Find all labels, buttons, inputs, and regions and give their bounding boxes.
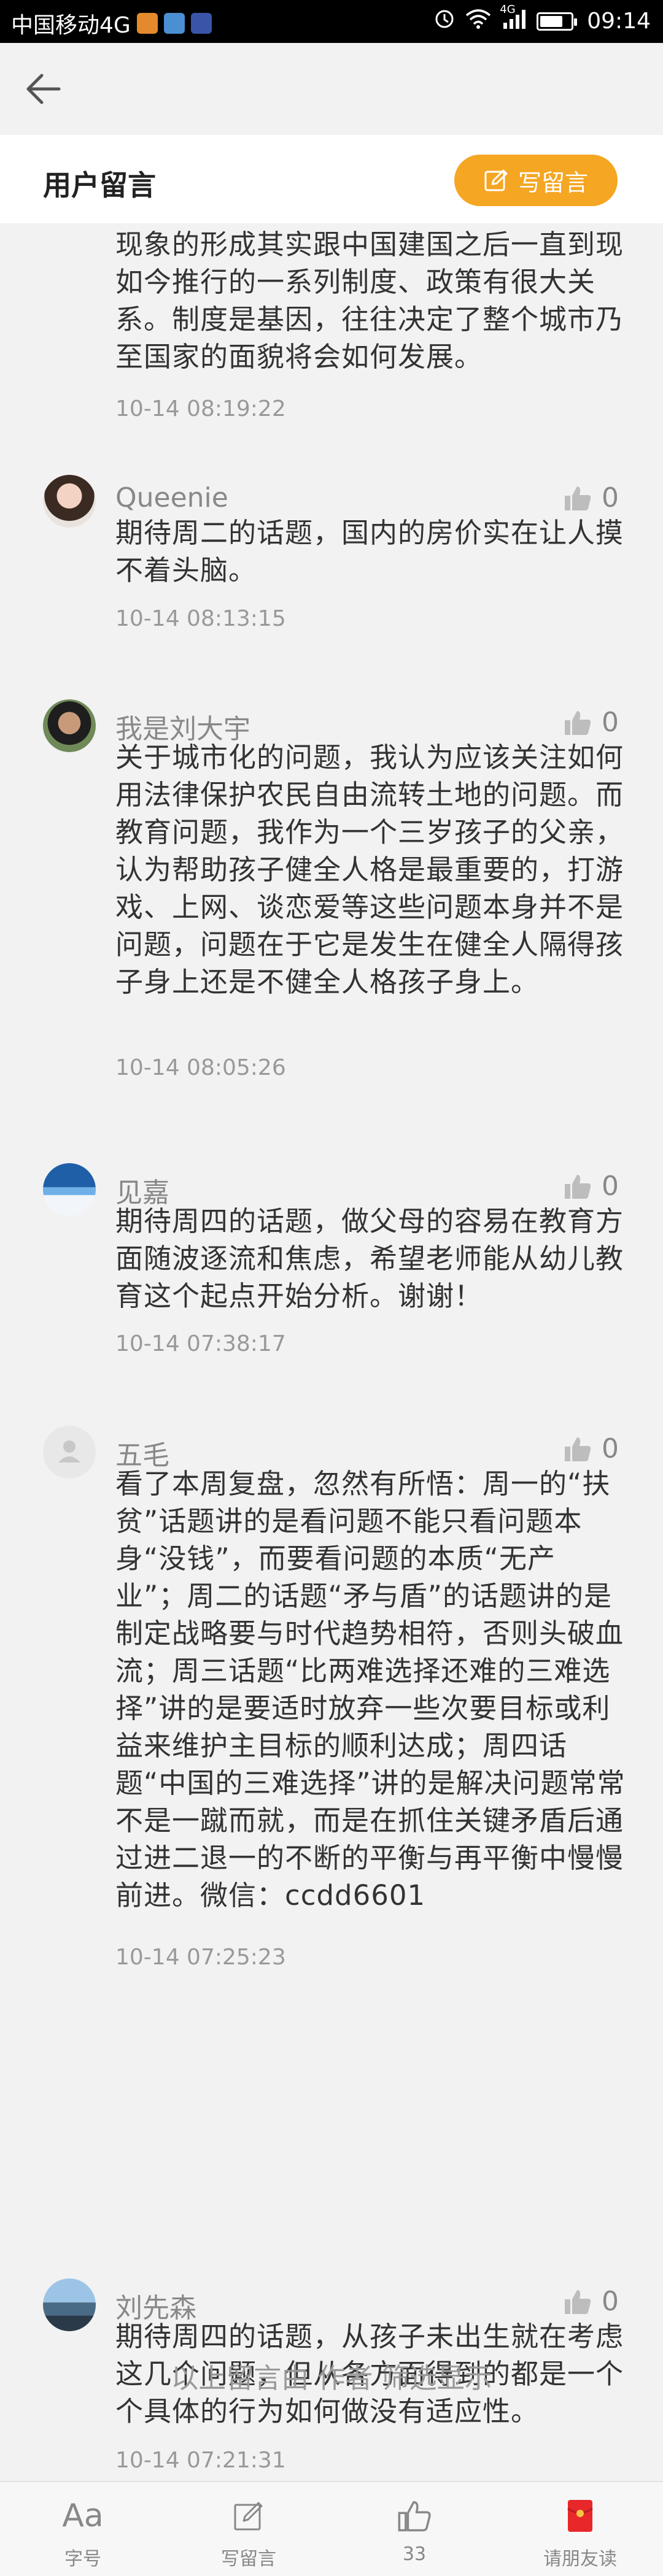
red-envelope-icon bbox=[567, 2500, 593, 2532]
avatar[interactable] bbox=[43, 699, 96, 752]
nav-bar bbox=[0, 43, 663, 135]
like-count-label: 33 bbox=[402, 2543, 427, 2565]
filter-note: 以上留言由 作者 筛选显示 bbox=[171, 2362, 492, 2394]
like-button[interactable]: 0 bbox=[564, 482, 619, 513]
share-to-friend-label: 请朋友读 bbox=[543, 2548, 617, 2570]
like-button[interactable]: 0 bbox=[564, 2286, 619, 2317]
share-to-friend-button[interactable]: 请朋友读 bbox=[497, 2482, 663, 2576]
like-count: 0 bbox=[602, 482, 619, 513]
alarm-icon bbox=[433, 7, 456, 35]
gallery-notification-icon bbox=[163, 13, 185, 34]
like-count: 0 bbox=[602, 2286, 619, 2317]
thumbs-up-icon bbox=[565, 486, 591, 510]
signal-icon: 4G bbox=[500, 3, 527, 34]
write-comment-label: 写留言 bbox=[518, 169, 588, 196]
app-notification-icon bbox=[136, 13, 158, 34]
like-button[interactable]: 0 bbox=[564, 1433, 619, 1464]
comments-header: 用户留言 写留言 bbox=[0, 135, 663, 223]
write-comment-tab[interactable]: 写留言 bbox=[166, 2482, 332, 2576]
avatar[interactable] bbox=[43, 2278, 96, 2331]
bottom-toolbar: Aa 字号 写留言 33 请朋友读 bbox=[0, 2481, 663, 2576]
avatar[interactable] bbox=[43, 1163, 96, 1216]
status-bar: 中国移动4G 4G 09:14 bbox=[0, 0, 663, 43]
network-type-label: 4G bbox=[500, 3, 516, 16]
like-button[interactable]: 0 bbox=[564, 707, 619, 738]
comment-author[interactable]: Queenie bbox=[115, 482, 228, 513]
back-arrow-icon bbox=[26, 74, 61, 104]
like-count: 0 bbox=[602, 707, 619, 738]
game-notification-icon bbox=[190, 13, 212, 34]
comment-list: 现象的形成其实跟中国建国之后一直到现如今推行的一系列制度、政策有很大关系。制度是… bbox=[0, 223, 663, 2481]
thumbs-up-icon bbox=[565, 710, 591, 735]
write-comment-button[interactable]: 写留言 bbox=[454, 155, 618, 206]
page-title: 用户留言 bbox=[43, 169, 156, 202]
back-button[interactable] bbox=[25, 72, 61, 106]
font-size-button[interactable]: Aa 字号 bbox=[0, 2482, 166, 2576]
battery-icon bbox=[537, 12, 578, 31]
comment-body: 现象的形成其实跟中国建国之后一直到现如今推行的一系列制度、政策有很大关系。制度是… bbox=[115, 228, 624, 373]
comment-body: 期待周二的话题，国内的房价实在让人摸不着头脑。 bbox=[115, 517, 624, 586]
comment-body: 期待周四的话题，做父母的容易在教育方面随波逐流和焦虑，希望老师能从幼儿教育这个起… bbox=[115, 1205, 624, 1312]
like-count: 0 bbox=[602, 1171, 619, 1202]
thumbs-up-icon bbox=[398, 2501, 431, 2532]
comment-time: 10-14 07:25:23 bbox=[115, 1945, 286, 1970]
default-avatar-icon[interactable] bbox=[43, 1426, 96, 1478]
font-size-icon: Aa bbox=[62, 2497, 104, 2534]
thumbs-up-icon bbox=[565, 1174, 591, 1199]
carrier-label: 中国移动4G bbox=[11, 13, 131, 38]
clock: 09:14 bbox=[587, 9, 651, 34]
edit-icon bbox=[484, 169, 508, 191]
font-size-label: 字号 bbox=[64, 2548, 101, 2570]
thumbs-up-icon bbox=[565, 2290, 591, 2314]
like-count: 0 bbox=[602, 1433, 619, 1464]
comment-time: 10-14 08:05:26 bbox=[115, 1055, 286, 1080]
comment-body: 关于城市化的问题，我认为应该关注如何用法律保护农民自由流转土地的问题。而教育问题… bbox=[115, 741, 624, 998]
comment-body: 看了本周复盘，忽然有所悟：周一的“扶贫”话题讲的是看问题不能只看问题本身“没钱”… bbox=[115, 1467, 626, 1912]
comment-time: 10-14 08:19:22 bbox=[115, 396, 286, 421]
edit-icon bbox=[234, 2502, 263, 2531]
comment-time: 10-14 07:38:17 bbox=[115, 1331, 286, 1356]
wifi-icon bbox=[465, 8, 491, 34]
write-comment-tab-label: 写留言 bbox=[221, 2548, 276, 2570]
like-article-button[interactable]: 33 bbox=[332, 2482, 497, 2576]
comment-time: 10-14 07:21:31 bbox=[115, 2448, 286, 2473]
like-button[interactable]: 0 bbox=[564, 1171, 619, 1202]
thumbs-up-icon bbox=[565, 1437, 591, 1461]
comment-time: 10-14 08:13:15 bbox=[115, 606, 286, 631]
avatar[interactable] bbox=[43, 475, 96, 528]
